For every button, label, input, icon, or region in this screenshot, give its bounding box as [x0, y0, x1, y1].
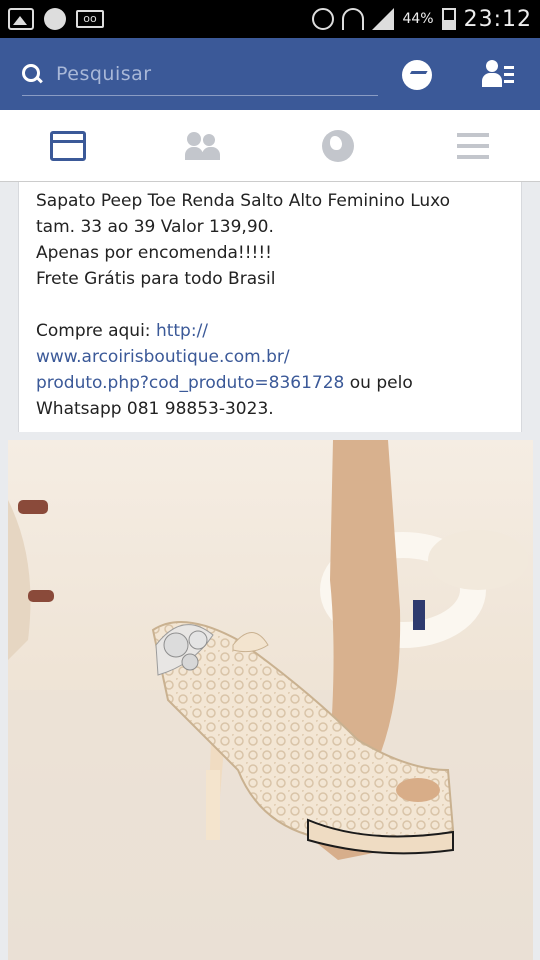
news-feed-icon: [49, 130, 86, 161]
signal-icon: [372, 8, 395, 30]
post-card: Sapato Peep Toe Renda Salto Alto Feminin…: [18, 182, 522, 432]
post-buy-line: Compre aqui: http://: [36, 318, 504, 344]
product-link-part1[interactable]: http://: [156, 321, 208, 341]
search-input[interactable]: Pesquisar: [22, 52, 378, 96]
tab-notifications[interactable]: [270, 110, 405, 181]
clock: 23:12: [463, 6, 532, 32]
search-icon: [22, 63, 42, 84]
post-body: Sapato Peep Toe Renda Salto Alto Feminin…: [36, 188, 504, 422]
messenger-icon[interactable]: [402, 60, 432, 90]
globe-icon: [321, 129, 354, 162]
tab-news-feed[interactable]: [0, 110, 135, 181]
battery-icon: [441, 8, 456, 30]
product-link-part2[interactable]: www.arcoirisboutique.com.br/: [36, 347, 290, 367]
friends-icon: [184, 131, 221, 160]
post-line-shipping: Frete Grátis para todo Brasil: [36, 269, 276, 289]
messenger-notification-icon: [44, 8, 66, 30]
search-placeholder: Pesquisar: [56, 62, 152, 85]
after-link-text: ou pelo: [344, 373, 413, 393]
post-line-order: Apenas por encomenda!!!!!: [36, 243, 272, 263]
battery-percent: 44%: [402, 11, 434, 27]
tab-friends[interactable]: [135, 110, 270, 181]
post-photo[interactable]: [8, 440, 533, 960]
tab-menu[interactable]: [405, 110, 540, 181]
wifi-icon: [342, 8, 365, 30]
product-link-part3[interactable]: produto.php?cod_produto=8361728: [36, 373, 344, 393]
alarm-icon: [312, 8, 335, 30]
whatsapp-line: Whatsapp 081 98853-3023.: [36, 399, 274, 419]
facebook-top-bar: Pesquisar: [0, 38, 540, 110]
post-line-size-price: tam. 33 ao 39 Valor 139,90.: [36, 217, 274, 237]
friend-requests-icon[interactable]: [482, 60, 516, 88]
buy-prefix: Compre aqui:: [36, 321, 156, 341]
post-line-title: Sapato Peep Toe Renda Salto Alto Feminin…: [36, 191, 451, 211]
voicemail-icon: oo: [76, 10, 104, 28]
status-bar: oo 44% 23:12: [0, 0, 540, 38]
shoe-photo: [8, 440, 533, 960]
menu-icon: [456, 132, 489, 159]
tab-bar: [0, 110, 540, 182]
gallery-notification-icon: [8, 8, 34, 30]
